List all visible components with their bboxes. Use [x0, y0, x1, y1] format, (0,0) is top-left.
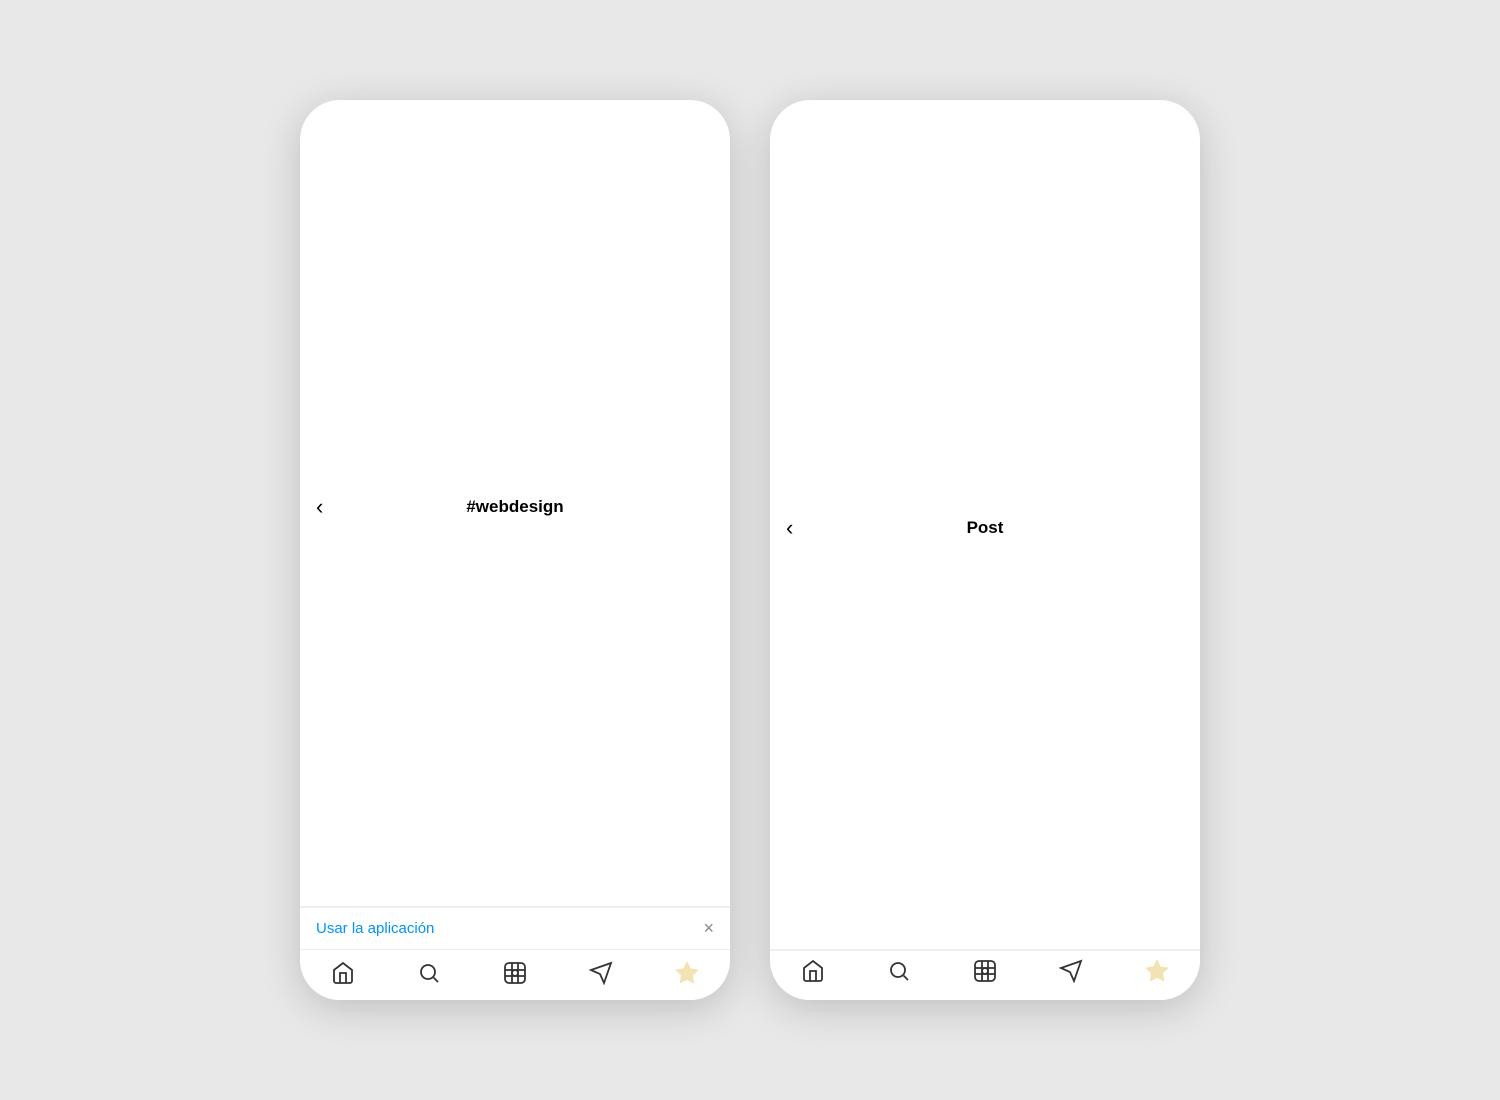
use-app-banner: Usar la aplicación ×	[300, 907, 730, 949]
back-button[interactable]: ‹	[316, 494, 323, 520]
home-nav-button-right[interactable]	[801, 959, 825, 988]
page-title: #webdesign	[466, 497, 563, 517]
back-button-right[interactable]: ‹	[786, 515, 793, 541]
bottom-navigation	[300, 949, 730, 1000]
home-nav-button[interactable]	[323, 958, 363, 988]
bottom-navigation-right	[770, 950, 1200, 1000]
use-app-text[interactable]: Usar la aplicación	[316, 920, 434, 937]
close-banner-button[interactable]: ×	[703, 918, 714, 939]
right-phone: ‹ Post R rondesignlab • Follow Los Angel…	[770, 100, 1200, 1000]
hashtag-header: ‹ #webdesign	[300, 100, 730, 907]
messages-nav-button-right[interactable]	[1059, 959, 1083, 988]
profile-nav-button[interactable]	[667, 958, 707, 988]
left-phone: ‹ #webdesign Understanding flows that le…	[300, 100, 730, 1000]
post-header: ‹ Post	[770, 100, 1200, 950]
search-nav-button-right[interactable]	[887, 959, 911, 988]
reels-nav-button[interactable]	[495, 958, 535, 988]
messages-nav-button[interactable]	[581, 958, 621, 988]
post-page-title: Post	[967, 518, 1004, 538]
profile-nav-button-right[interactable]	[1145, 959, 1169, 988]
search-nav-button[interactable]	[409, 958, 449, 988]
reels-nav-button-right[interactable]	[973, 959, 997, 988]
